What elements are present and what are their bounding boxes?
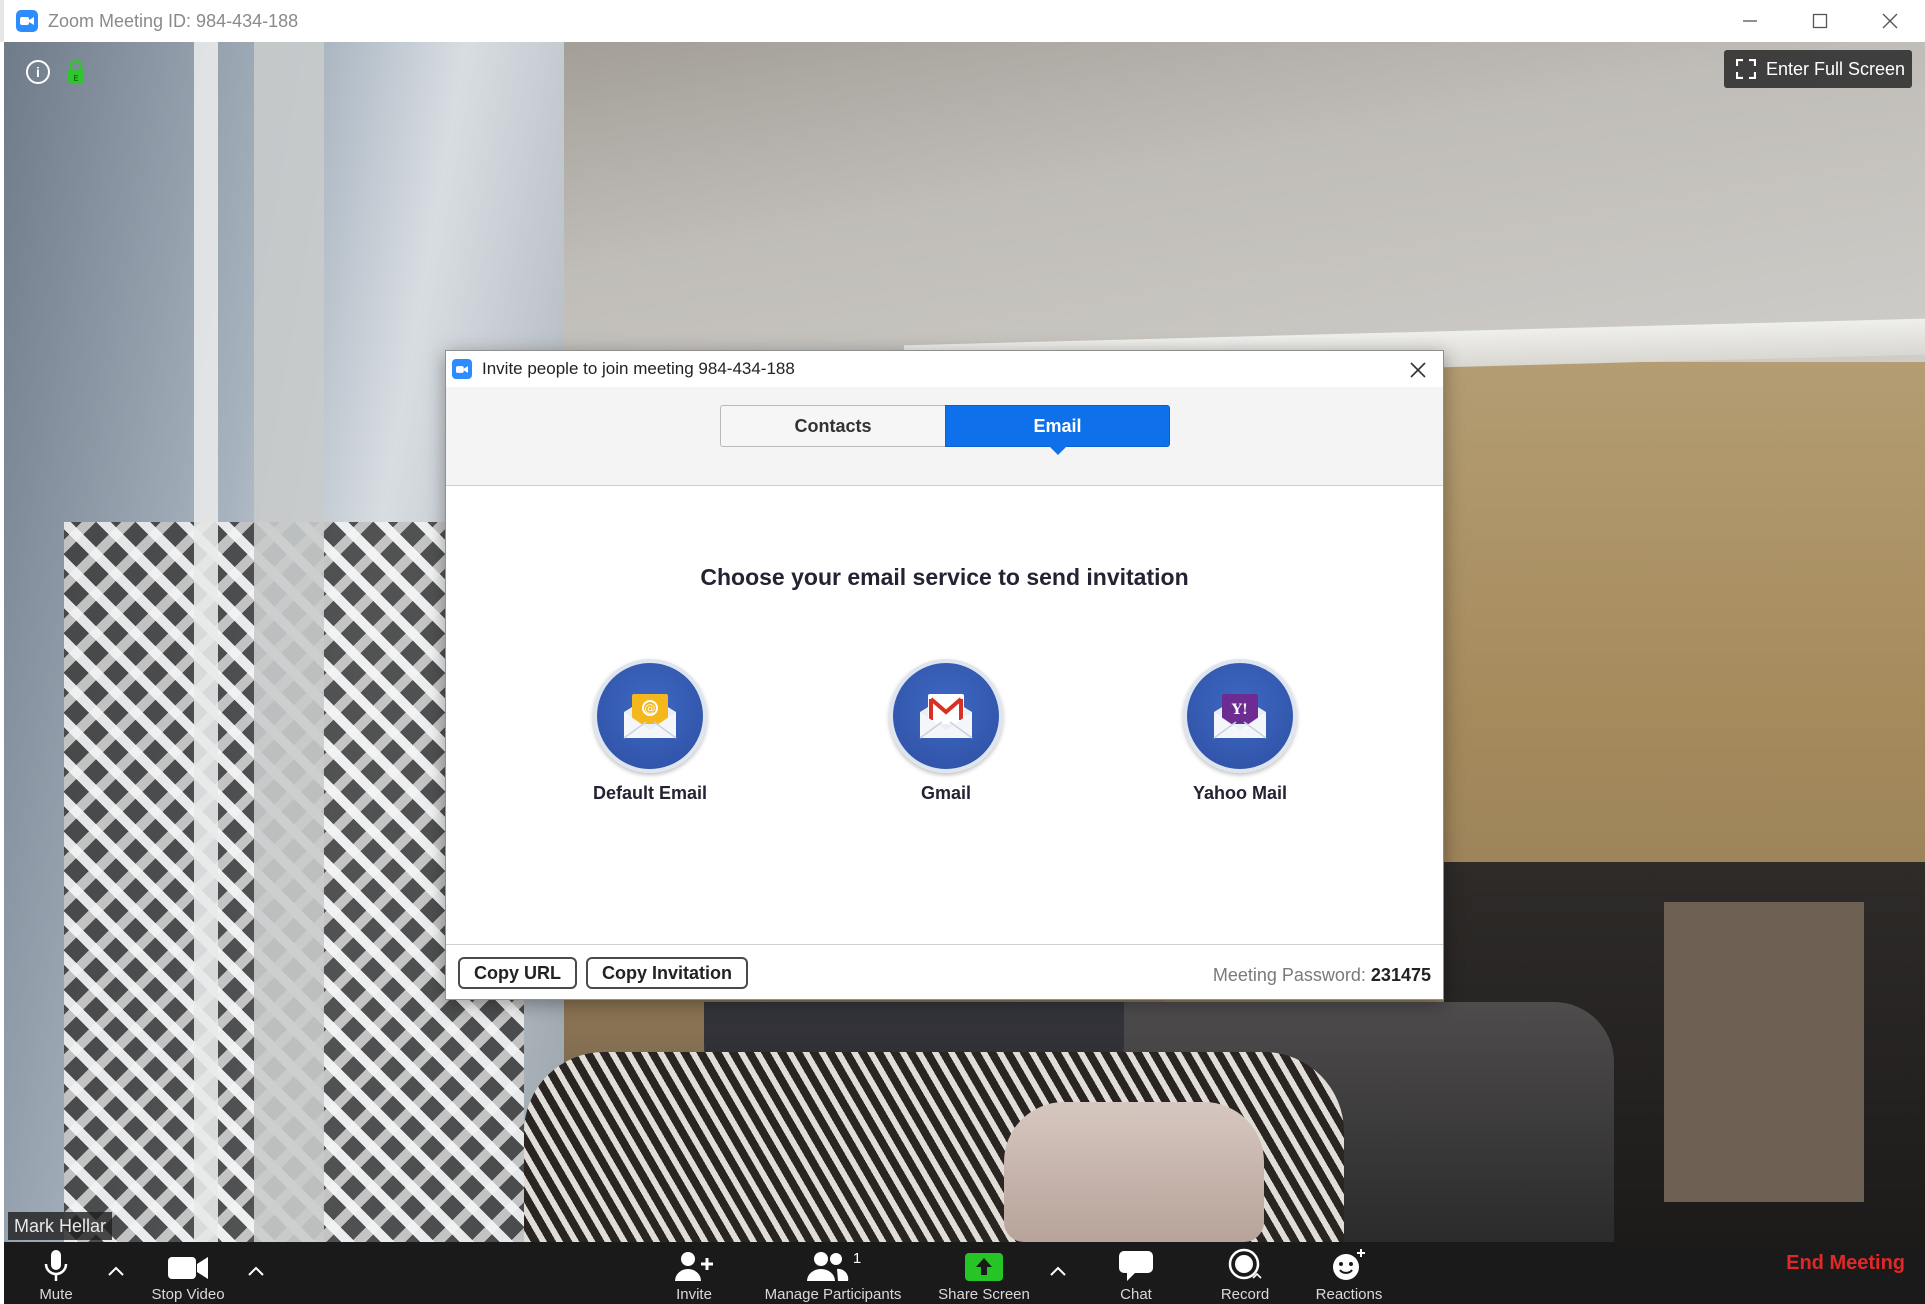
manage-participants-label: Manage Participants [764,1286,902,1303]
mute-button[interactable]: Mute [26,1242,86,1304]
video-background-post [254,42,324,1242]
yahoo-mail-icon: Y! [1183,659,1297,773]
svg-text:@: @ [645,702,656,715]
invite-method-tabs: Contacts Email [720,405,1170,455]
gmail-icon [889,659,1003,773]
tab-email[interactable]: Email [945,405,1170,455]
fullscreen-label: Enter Full Screen [1766,58,1906,79]
participant-count-badge: 1 [852,1250,862,1267]
meeting-toolbar: Mute Stop Video Invite 1 Manage Particip… [4,1242,1925,1304]
dialog-body: Choose your email service to send invita… [446,486,1443,964]
zoom-app-icon [16,10,38,32]
share-screen-label: Share Screen [938,1286,1030,1303]
chat-label: Chat [1120,1286,1152,1303]
share-screen-button[interactable]: Share Screen [924,1242,1044,1304]
add-person-icon [675,1252,713,1281]
copy-url-button[interactable]: Copy URL [458,957,577,989]
meeting-password-value: 231475 [1370,965,1431,985]
record-label: Record [1220,1286,1270,1303]
meeting-status-icons: i E [26,60,86,84]
default-email-option[interactable]: @ Default Email [560,659,740,804]
dialog-title: Invite people to join meeting 984-434-18… [482,359,795,378]
audio-options-caret-icon[interactable] [106,1264,126,1278]
video-options-caret-icon[interactable] [246,1264,266,1278]
microphone-icon [44,1250,68,1281]
tab-contacts[interactable]: Contacts [720,405,945,447]
close-dialog-icon[interactable] [1407,359,1429,381]
meeting-password-label: Meeting Password: [1212,965,1366,985]
default-email-icon: @ [593,659,707,773]
meeting-password: Meeting Password: 231475 [1213,965,1431,986]
stop-video-button[interactable]: Stop Video [140,1242,236,1304]
copy-invitation-button[interactable]: Copy Invitation [586,957,748,989]
minimize-button[interactable] [1715,0,1785,42]
manage-participants-button[interactable]: 1 Manage Participants [748,1242,918,1304]
dialog-tabs-bar: Contacts Email [446,387,1443,486]
chat-icon [1119,1251,1153,1281]
chat-button[interactable]: Chat [1106,1242,1166,1304]
share-options-caret-icon[interactable] [1048,1264,1068,1278]
info-icon[interactable]: i [26,60,50,84]
reactions-button[interactable]: Reactions [1304,1242,1394,1304]
window-titlebar: Zoom Meeting ID: 984-434-188 [0,0,1925,42]
record-icon [1228,1248,1262,1280]
window-title: Zoom Meeting ID: 984-434-188 [48,10,299,31]
stop-video-label: Stop Video [151,1286,225,1303]
default-email-label: Default Email [592,783,708,803]
reactions-icon [1333,1249,1365,1280]
dialog-footer: Copy URL Copy Invitation Meeting Passwor… [446,944,1443,999]
video-background [364,42,1925,362]
end-meeting-button[interactable]: End Meeting [1786,1252,1905,1275]
close-window-button[interactable] [1855,0,1925,42]
svg-text:E: E [73,74,78,83]
zoom-dialog-icon [452,359,472,379]
video-background-shelf-opening [1664,902,1864,1202]
video-participant-hand [1004,1102,1264,1242]
share-screen-icon [965,1253,1003,1281]
yahoo-mail-option[interactable]: Y! Yahoo Mail [1150,659,1330,804]
enter-fullscreen-button[interactable]: Enter Full Screen [1724,50,1912,88]
invite-dialog: Invite people to join meeting 984-434-18… [445,350,1444,1000]
yahoo-mail-label: Yahoo Mail [1192,783,1288,803]
video-camera-icon [168,1257,208,1279]
encryption-lock-icon[interactable]: E [66,60,86,84]
invite-label: Invite [676,1286,712,1303]
record-button[interactable]: Record [1210,1242,1280,1304]
reactions-label: Reactions [1315,1286,1383,1303]
mute-label: Mute [39,1286,73,1303]
gmail-option[interactable]: Gmail [856,659,1036,804]
window-controls [1715,0,1925,42]
gmail-label: Gmail [920,783,972,803]
invite-button[interactable]: Invite [664,1242,724,1304]
svg-text:Y!: Y! [1231,702,1248,718]
participants-icon [806,1252,849,1281]
email-service-heading: Choose your email service to send invita… [700,564,1189,590]
maximize-button[interactable] [1785,0,1855,42]
dialog-titlebar: Invite people to join meeting 984-434-18… [446,351,1443,387]
participant-name-tag: Mark Hellar [8,1212,113,1240]
fullscreen-icon [1736,59,1756,79]
video-background-frame [194,42,218,1242]
